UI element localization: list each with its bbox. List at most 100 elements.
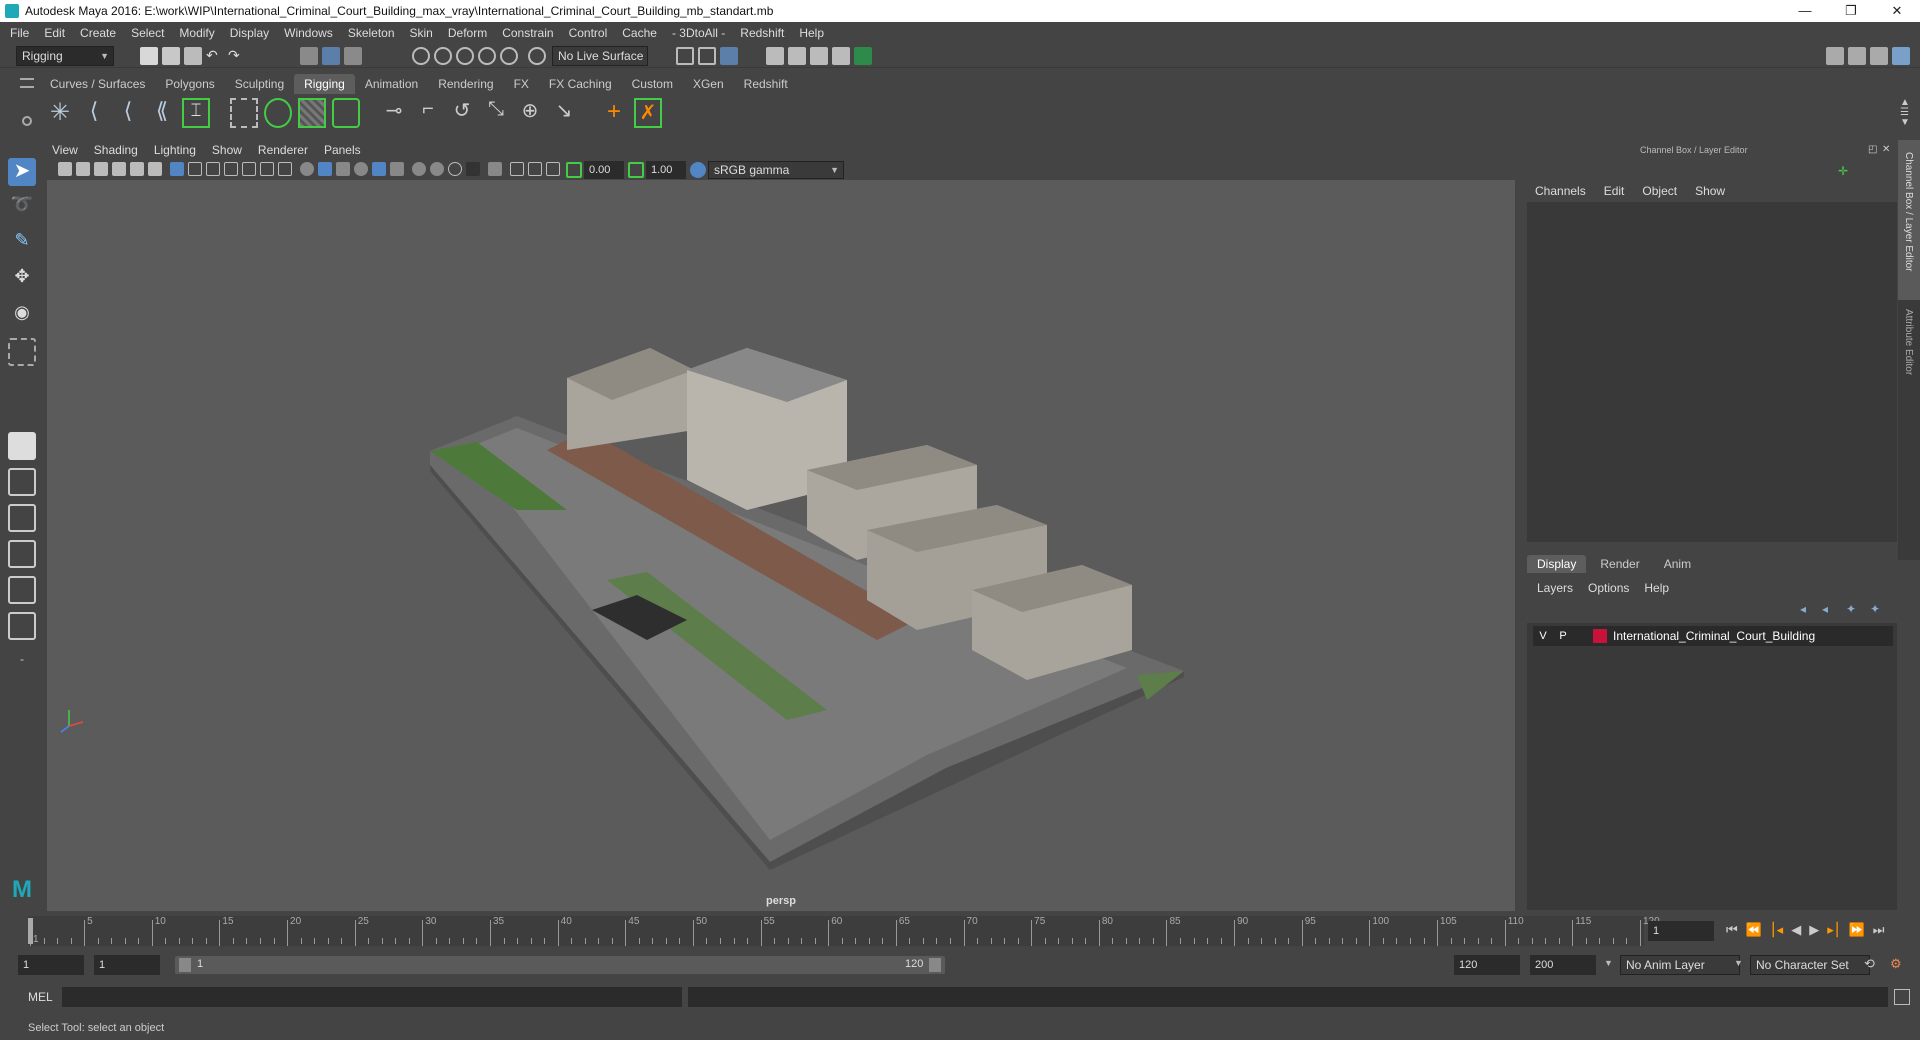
playback-start-field[interactable]: 1 xyxy=(94,955,160,975)
gate-mask-icon[interactable] xyxy=(224,162,238,176)
resolution-gate-icon[interactable] xyxy=(206,162,220,176)
menu-edit[interactable]: Edit xyxy=(44,26,65,40)
use-all-lights-icon[interactable] xyxy=(372,162,386,176)
move-layer-down-icon[interactable]: ◂ xyxy=(1822,602,1828,616)
image-plane-icon[interactable] xyxy=(112,162,126,176)
live-surface-field[interactable]: No Live Surface xyxy=(552,46,648,66)
shelf-tab-xgen[interactable]: XGen xyxy=(683,74,734,94)
render-current-icon[interactable] xyxy=(698,47,716,65)
xray-icon[interactable] xyxy=(510,162,524,176)
shelf-tab-polygons[interactable]: Polygons xyxy=(155,74,224,94)
channel-box-menu-edit[interactable]: Edit xyxy=(1604,184,1625,198)
select-hierarchy-icon[interactable] xyxy=(300,47,318,65)
shelf-menu-icon[interactable] xyxy=(20,78,34,88)
motion-blur-icon[interactable] xyxy=(430,162,444,176)
four-view-layout-icon[interactable] xyxy=(8,468,36,496)
mel-input[interactable] xyxy=(62,987,682,1007)
play-forwards-icon[interactable]: ▶ xyxy=(1809,922,1819,938)
snap-surface-icon[interactable] xyxy=(500,47,518,65)
exposure-field[interactable]: 0.00 xyxy=(584,161,624,179)
play-backwards-icon[interactable]: ◀ xyxy=(1791,922,1801,938)
character-controls-icon[interactable] xyxy=(1848,47,1866,65)
anti-aliasing-icon[interactable] xyxy=(448,162,462,176)
wireframe-on-shaded-icon[interactable] xyxy=(336,162,350,176)
add-influence-icon[interactable]: + xyxy=(600,98,628,128)
ik-spline-icon[interactable]: ⟨ xyxy=(114,98,142,128)
layer-visibility-toggle[interactable]: V xyxy=(1533,630,1553,642)
restore-button[interactable]: ❐ xyxy=(1828,0,1874,22)
two-d-pan-icon[interactable] xyxy=(130,162,144,176)
range-slider[interactable]: 1 120 xyxy=(175,956,945,974)
construction-history-icon[interactable] xyxy=(676,47,694,65)
layer-menu-options[interactable]: Options xyxy=(1588,581,1629,595)
layer-color-swatch[interactable] xyxy=(1593,629,1607,643)
menu-file[interactable]: File xyxy=(10,26,29,40)
viewport-menu-renderer[interactable]: Renderer xyxy=(258,143,308,161)
bookmark-icon[interactable] xyxy=(94,162,108,176)
redo-icon[interactable]: ↷ xyxy=(228,47,246,65)
gamma-icon[interactable] xyxy=(628,162,644,178)
menu-deform[interactable]: Deform xyxy=(448,26,487,40)
wireframe-icon[interactable] xyxy=(300,162,314,176)
undo-icon[interactable]: ↶ xyxy=(206,47,224,65)
persp-graph-layout-icon[interactable] xyxy=(8,540,36,568)
new-layer-selected-icon[interactable]: ✦ xyxy=(1870,602,1880,616)
shadows-icon[interactable] xyxy=(390,162,404,176)
remove-influence-icon[interactable]: ✗ xyxy=(634,98,662,128)
make-live-icon[interactable] xyxy=(528,47,546,65)
menu-set-dropdown[interactable]: Rigging ▼ xyxy=(16,46,114,66)
layer-menu-help[interactable]: Help xyxy=(1644,581,1669,595)
redshift-render-icon[interactable] xyxy=(854,47,872,65)
scale-constraint-icon[interactable]: ⤡ xyxy=(482,98,510,128)
custom-layout-icon[interactable] xyxy=(8,612,36,640)
step-forward-frame-icon[interactable]: ▸⎮ xyxy=(1827,922,1840,938)
select-component-icon[interactable] xyxy=(344,47,362,65)
scale-tool-icon[interactable] xyxy=(8,338,36,366)
ipr-render-icon[interactable] xyxy=(720,47,738,65)
shelf-tab-fx[interactable]: FX xyxy=(504,74,539,94)
current-frame-field[interactable]: 1 xyxy=(1648,921,1714,941)
channel-box-menu-channels[interactable]: Channels xyxy=(1535,184,1586,198)
float-panel-icon[interactable]: ◰ xyxy=(1868,144,1877,155)
film-gate-icon[interactable] xyxy=(188,162,202,176)
parent-constraint-icon[interactable]: ⊸ xyxy=(380,98,408,128)
joint-tool-icon[interactable]: ✳ xyxy=(46,98,74,128)
channel-box-toggle-icon[interactable] xyxy=(1892,47,1910,65)
chevron-down-icon[interactable]: ▼ xyxy=(1604,958,1613,968)
xray-components-icon[interactable] xyxy=(546,162,560,176)
go-to-end-icon[interactable]: ⏭ xyxy=(1873,922,1885,938)
shelf-tab-rigging[interactable]: Rigging xyxy=(294,74,355,94)
render-snapshot-icon[interactable] xyxy=(832,47,850,65)
layer-menu-layers[interactable]: Layers xyxy=(1537,581,1573,595)
shelf-tab-fx-caching[interactable]: FX Caching xyxy=(539,74,622,94)
close-panel-icon[interactable]: ✕ xyxy=(1882,144,1890,155)
new-layer-icon[interactable]: ✦ xyxy=(1846,602,1856,616)
menu-redshift[interactable]: Redshift xyxy=(740,26,784,40)
layer-tab-display[interactable]: Display xyxy=(1527,555,1587,573)
lattice-icon[interactable] xyxy=(298,98,326,128)
playback-end-field[interactable]: 120 xyxy=(1454,955,1520,975)
render-settings-icon[interactable] xyxy=(766,47,784,65)
go-to-start-icon[interactable]: ⏮ xyxy=(1726,922,1738,938)
side-tab-channel-box[interactable]: Channel Box / Layer Editor xyxy=(1898,140,1920,300)
move-layer-up-icon[interactable]: ◂ xyxy=(1800,602,1806,616)
menu-control[interactable]: Control xyxy=(569,26,608,40)
current-time-marker[interactable] xyxy=(28,918,33,944)
lasso-tool-icon[interactable]: ➰ xyxy=(8,194,36,222)
animation-start-field[interactable]: 1 xyxy=(18,955,84,975)
rotate-tool-icon[interactable]: ◉ xyxy=(8,302,36,330)
minimize-button[interactable]: — xyxy=(1782,0,1828,22)
orient-constraint-icon[interactable]: ↺ xyxy=(448,98,476,128)
layer-tab-anim[interactable]: Anim xyxy=(1654,555,1701,573)
color-management-icon[interactable] xyxy=(690,162,706,178)
menu-3dtoall[interactable]: - 3DtoAll - xyxy=(672,26,725,40)
viewport-menu-shading[interactable]: Shading xyxy=(94,143,138,161)
menu-create[interactable]: Create xyxy=(80,26,116,40)
smooth-bind-icon[interactable] xyxy=(264,98,292,128)
anim-layer-dropdown[interactable]: No Anim Layer xyxy=(1620,955,1740,975)
new-scene-icon[interactable] xyxy=(140,47,158,65)
shelf-scroll-icon[interactable]: ▲ ☰ ▼ xyxy=(1900,98,1910,128)
shelf-settings-icon[interactable] xyxy=(22,116,32,126)
depth-of-field-icon[interactable] xyxy=(466,162,480,176)
ik-handle-icon[interactable]: ⟨ xyxy=(80,98,108,128)
